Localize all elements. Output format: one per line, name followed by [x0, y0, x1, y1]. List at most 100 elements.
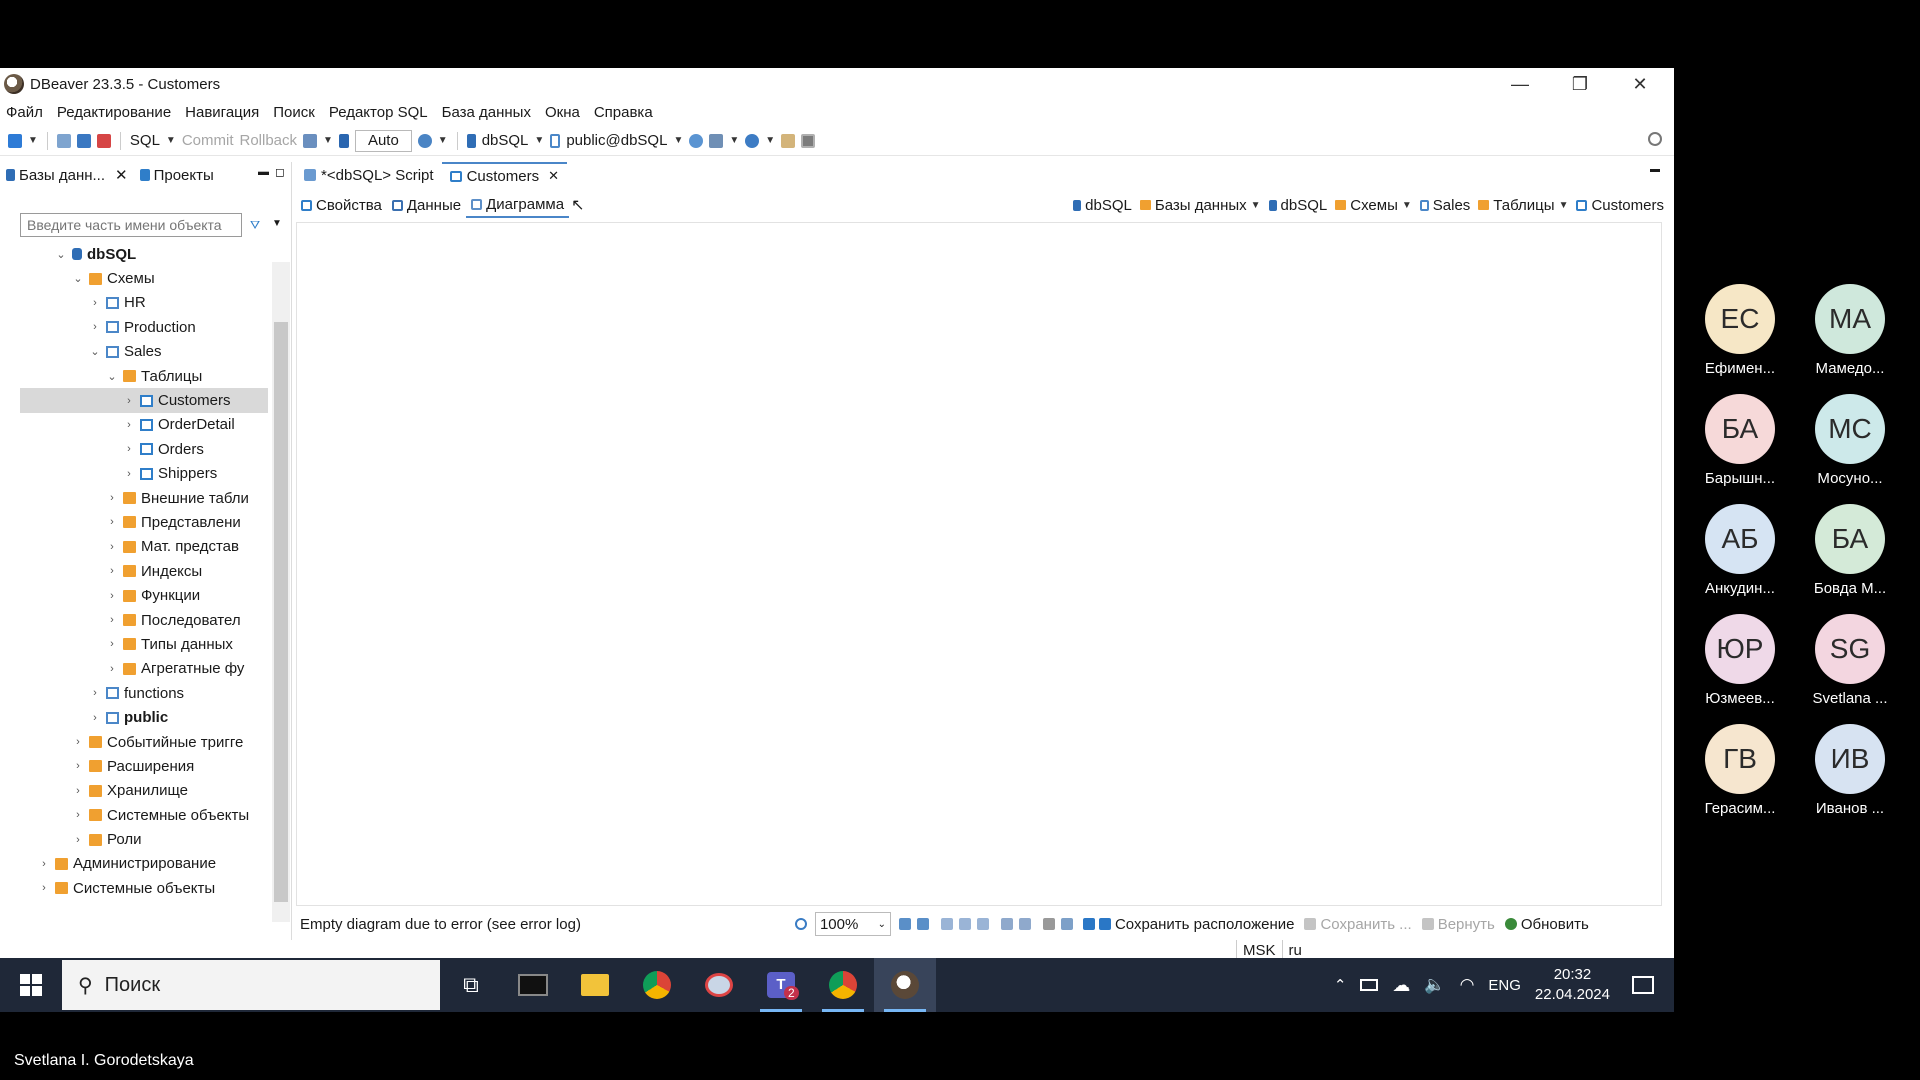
- object-filter-input[interactable]: [20, 213, 242, 237]
- tab-customers[interactable]: Customers ✕: [441, 162, 568, 188]
- tree-node[interactable]: ⌄ Таблицы: [20, 364, 268, 388]
- commit-button[interactable]: Commit: [182, 132, 234, 149]
- chevron-down-icon[interactable]: ▼: [28, 135, 38, 146]
- wifi-icon[interactable]: ◠: [1460, 975, 1475, 995]
- revert-button[interactable]: Вернуть: [1421, 916, 1495, 933]
- tree-node[interactable]: › Представлени: [20, 510, 268, 534]
- menu-search[interactable]: Поиск: [273, 104, 315, 121]
- task-view-button[interactable]: ⧉: [440, 958, 502, 1012]
- taskbar-search[interactable]: ⚲ Поиск: [62, 960, 440, 1010]
- subtab-diagram[interactable]: Диаграмма: [466, 192, 570, 218]
- chevron-right-icon[interactable]: ›: [37, 882, 51, 894]
- search-icon[interactable]: [794, 918, 807, 930]
- tree-node[interactable]: › Production: [20, 315, 268, 339]
- participant-tile[interactable]: SG Svetlana ...: [1800, 614, 1900, 707]
- participant-tile[interactable]: ЕС Ефимен...: [1690, 284, 1790, 377]
- new-connection-icon[interactable]: [8, 133, 22, 148]
- tree-node[interactable]: › Индексы: [20, 559, 268, 583]
- close-icon[interactable]: ✕: [115, 166, 128, 184]
- participant-tile[interactable]: ИВ Иванов ...: [1800, 724, 1900, 817]
- menu-edit[interactable]: Редактирование: [57, 104, 171, 121]
- onedrive-icon[interactable]: ☁: [1392, 975, 1410, 996]
- breadcrumb-database[interactable]: dbSQL: [1268, 197, 1327, 214]
- input-language[interactable]: ENG: [1488, 977, 1521, 994]
- participant-tile[interactable]: АБ Анкудин...: [1690, 504, 1790, 597]
- chevron-down-icon[interactable]: ▼: [1402, 200, 1412, 211]
- global-search-icon[interactable]: [1648, 132, 1662, 146]
- chevron-right-icon[interactable]: ›: [122, 468, 136, 480]
- taskbar-chrome-2[interactable]: [812, 958, 874, 1012]
- chevron-down-icon[interactable]: ▼: [323, 135, 333, 146]
- tree-node[interactable]: › Событийные тригге: [20, 730, 268, 754]
- chevron-right-icon[interactable]: ›: [122, 419, 136, 431]
- taskbar-terminal[interactable]: [502, 958, 564, 1012]
- participant-tile[interactable]: БА Барышн...: [1690, 394, 1790, 487]
- chevron-down-icon[interactable]: ▼: [438, 135, 448, 146]
- chevron-down-icon[interactable]: ⌄: [88, 345, 102, 358]
- tree-node[interactable]: › Мат. представ: [20, 535, 268, 559]
- taskbar-chrome[interactable]: [626, 958, 688, 1012]
- tree-node[interactable]: › Последовател: [20, 608, 268, 632]
- auto-commit-box[interactable]: Auto: [354, 129, 412, 152]
- chevron-right-icon[interactable]: ›: [71, 834, 85, 846]
- chevron-right-icon[interactable]: ›: [105, 663, 119, 675]
- save-layout-button[interactable]: Сохранить расположение: [1082, 916, 1294, 933]
- close-button[interactable]: ✕: [1610, 68, 1670, 100]
- breadcrumb-schema[interactable]: Sales: [1419, 197, 1470, 214]
- chevron-right-icon[interactable]: ›: [105, 614, 119, 626]
- zoom-in-icon[interactable]: [898, 918, 911, 930]
- chevron-down-icon[interactable]: ▼: [673, 135, 683, 146]
- chevron-right-icon[interactable]: ›: [122, 395, 136, 407]
- notation-icon[interactable]: [1000, 918, 1013, 930]
- connect-icon[interactable]: [56, 133, 71, 148]
- preferences-icon[interactable]: [781, 133, 796, 148]
- menu-help[interactable]: Справка: [594, 104, 653, 121]
- taskbar-dbeaver[interactable]: [874, 958, 936, 1012]
- explain-icon[interactable]: [689, 133, 704, 148]
- participant-tile[interactable]: ЮР Юзмеев...: [1690, 614, 1790, 707]
- refresh-button[interactable]: Обновить: [1504, 916, 1589, 933]
- subtab-properties[interactable]: Свойства: [296, 192, 387, 218]
- chevron-right-icon[interactable]: ›: [88, 321, 102, 333]
- dbeaver-perspective-icon[interactable]: [801, 133, 816, 148]
- disconnect-icon[interactable]: [96, 133, 111, 148]
- restore-button[interactable]: ❐: [1550, 68, 1610, 100]
- tree-node[interactable]: › Расширения: [20, 754, 268, 778]
- menu-database[interactable]: База данных: [442, 104, 531, 121]
- chevron-right-icon[interactable]: ›: [105, 638, 119, 650]
- taskbar-app-tools[interactable]: [688, 958, 750, 1012]
- layout-icon[interactable]: [940, 918, 953, 930]
- chevron-down-icon[interactable]: ⌄: [105, 370, 119, 383]
- chevron-down-icon[interactable]: ⌄: [71, 272, 85, 285]
- tree-node[interactable]: ⌄ Sales: [20, 340, 268, 364]
- breadcrumb-table[interactable]: Customers: [1576, 197, 1664, 214]
- chevron-right-icon[interactable]: ›: [71, 760, 85, 772]
- tree-node[interactable]: › Внешние табли: [20, 486, 268, 510]
- chevron-down-icon[interactable]: ▼: [272, 218, 282, 229]
- close-icon[interactable]: ✕: [548, 168, 559, 184]
- search-icon[interactable]: [745, 133, 760, 148]
- tree-node[interactable]: › public: [20, 705, 268, 729]
- datasource-selector[interactable]: dbSQL: [482, 132, 529, 149]
- volume-icon[interactable]: 🔈: [1424, 975, 1445, 995]
- chevron-right-icon[interactable]: ›: [105, 492, 119, 504]
- chevron-right-icon[interactable]: ›: [88, 687, 102, 699]
- schema-selector[interactable]: public@dbSQL: [566, 132, 667, 149]
- tree-node[interactable]: › Системные объекты: [20, 876, 268, 900]
- print-icon[interactable]: [1042, 918, 1055, 930]
- taskbar-teams[interactable]: T 2: [750, 958, 812, 1012]
- breadcrumb-schemas[interactable]: Схемы ▼: [1335, 197, 1412, 214]
- minimize-view-icon[interactable]: ▬: [258, 166, 269, 178]
- menu-window[interactable]: Окна: [545, 104, 580, 121]
- tree-node[interactable]: › HR: [20, 291, 268, 315]
- participant-tile[interactable]: МА Мамедо...: [1800, 284, 1900, 377]
- chevron-right-icon[interactable]: ›: [71, 809, 85, 821]
- tree-node[interactable]: › Shippers: [20, 462, 268, 486]
- tree-node[interactable]: › Orders: [20, 437, 268, 461]
- participant-tile[interactable]: БА Бовда М...: [1800, 504, 1900, 597]
- zoom-out-icon[interactable]: [916, 918, 929, 930]
- tree-node[interactable]: › Администрирование: [20, 852, 268, 876]
- chevron-down-icon[interactable]: ▼: [1251, 200, 1261, 211]
- battery-icon[interactable]: [1360, 979, 1379, 991]
- minimize-button[interactable]: —: [1490, 68, 1550, 100]
